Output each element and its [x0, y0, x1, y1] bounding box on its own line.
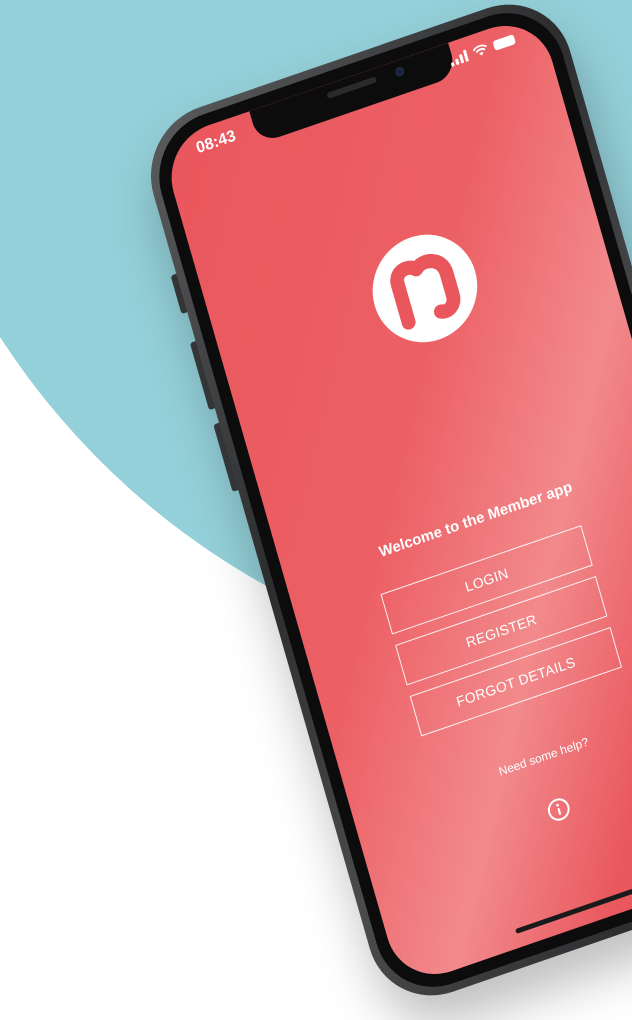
promo-scene: 08:43 Welcome to the Member app LOGIN RE…: [0, 0, 632, 1020]
battery-icon: [492, 34, 517, 51]
wifi-icon: [472, 44, 487, 56]
status-time: 08:43: [194, 127, 238, 158]
status-icons: [449, 33, 517, 67]
info-icon[interactable]: [544, 794, 573, 825]
signal-icon: [449, 49, 469, 67]
front-camera: [394, 65, 406, 78]
member-app-logo-icon: [372, 234, 478, 343]
